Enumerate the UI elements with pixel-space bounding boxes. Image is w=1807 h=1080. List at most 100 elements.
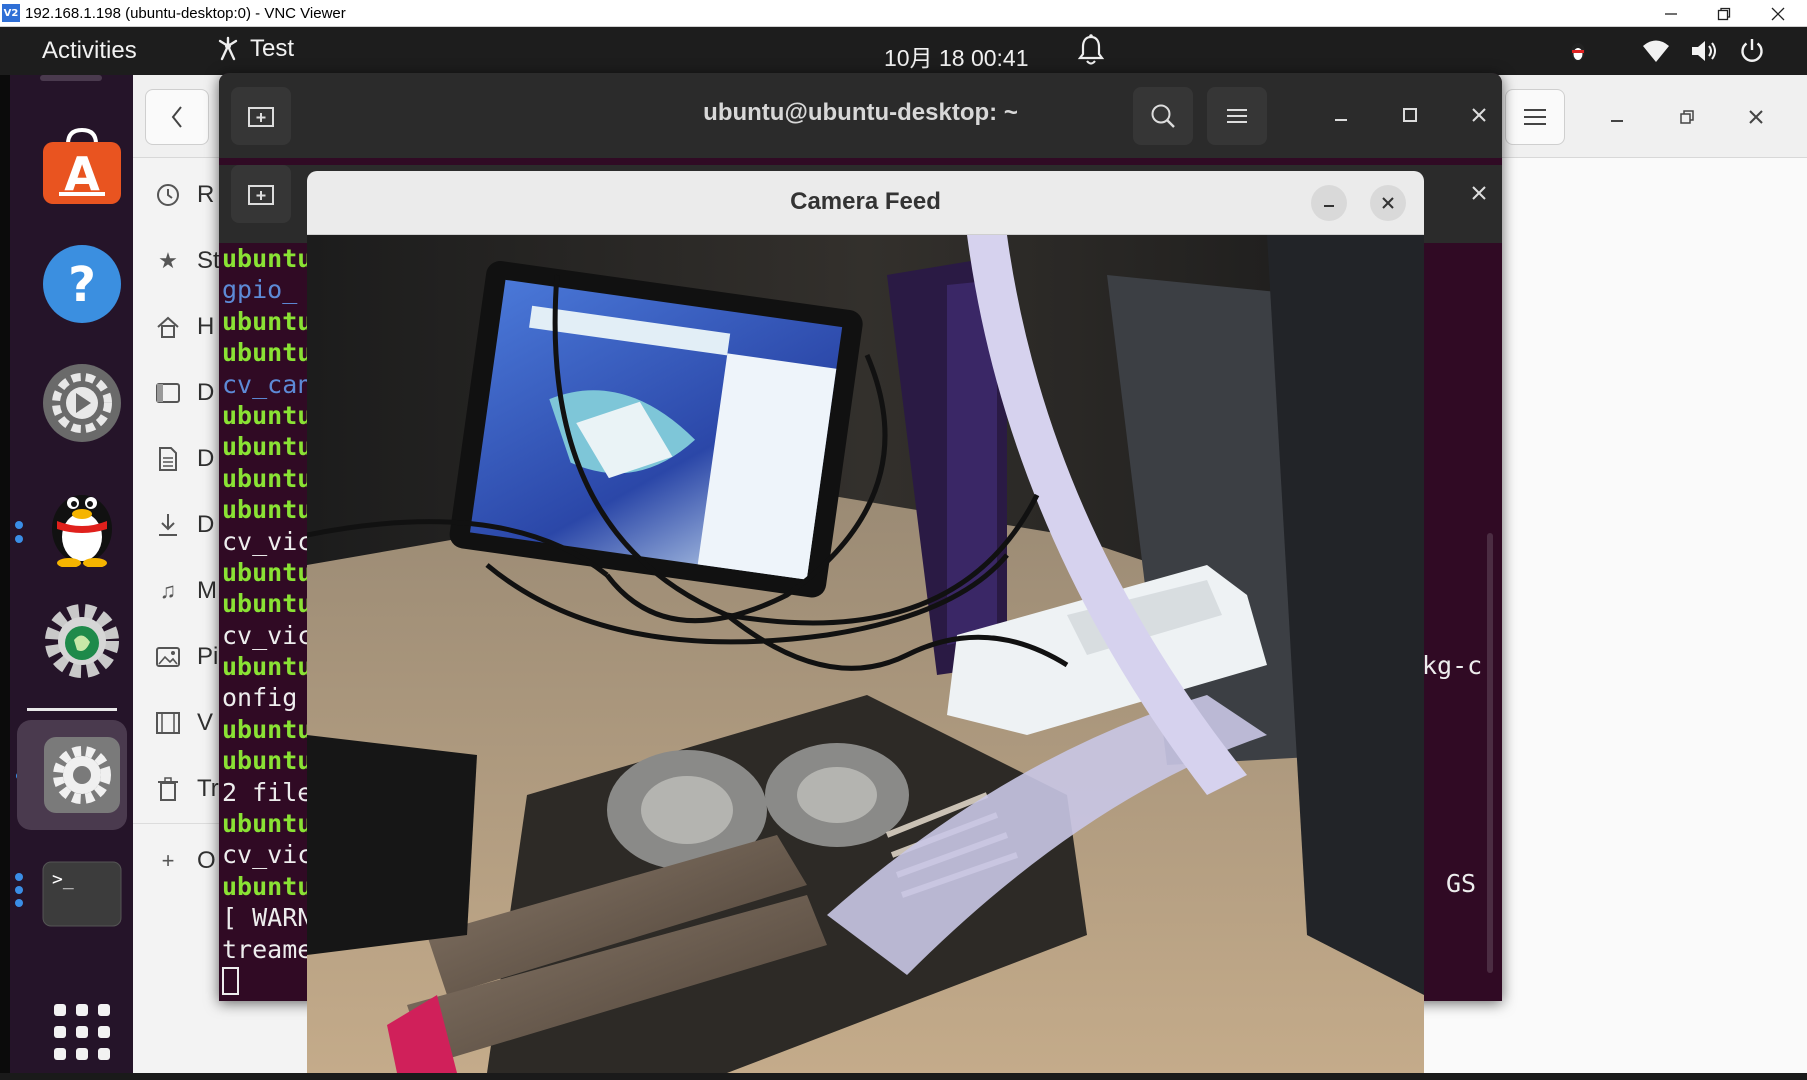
files-close-button[interactable] — [1736, 97, 1776, 137]
notification-bell-icon[interactable] — [1076, 33, 1106, 67]
terminal-menu-button[interactable] — [1207, 87, 1267, 145]
help-icon: ? — [43, 245, 121, 323]
running-indicator — [15, 521, 23, 529]
dock-gear-app[interactable] — [30, 589, 134, 693]
vnc-minimize-button[interactable] — [1645, 0, 1697, 27]
sidebar-item-label: St — [197, 247, 220, 274]
sidebar-item-home[interactable]: H — [155, 307, 214, 347]
camera-feed-window: Camera Feed — [307, 171, 1424, 1073]
restore-icon — [1680, 110, 1694, 124]
maximize-icon — [1403, 108, 1417, 122]
sidebar-item-starred[interactable]: ★ St — [155, 241, 220, 281]
dock-show-apps[interactable] — [30, 980, 134, 1080]
terminal-minimize-button[interactable] — [1321, 95, 1361, 135]
camera-minimize-button[interactable] — [1311, 185, 1347, 221]
dock-settings-app[interactable] — [30, 351, 134, 455]
new-tab-button-2[interactable] — [231, 165, 291, 223]
close-icon — [1472, 186, 1486, 200]
desktop-bottom-edge — [0, 1073, 1807, 1080]
downloads-icon — [155, 512, 181, 538]
terminal-text-fragment: kg-c — [1422, 651, 1483, 680]
sidebar-item-trash[interactable]: Tr — [155, 769, 219, 809]
close-icon — [1771, 7, 1785, 20]
sidebar-item-label: H — [197, 313, 215, 340]
terminal-scrollbar[interactable] — [1487, 533, 1493, 973]
vnc-titlebar: V2 192.168.1.198 (ubuntu-desktop:0) - VN… — [0, 0, 1807, 27]
vnc-restore-button[interactable] — [1698, 0, 1750, 27]
running-indicator — [15, 886, 23, 894]
vnc-logo-icon: V2 — [2, 4, 20, 22]
terminal-icon: >_ — [42, 861, 122, 927]
home-icon — [155, 314, 181, 340]
plus-icon: + — [161, 848, 175, 873]
star-icon: ★ — [158, 248, 178, 273]
sidebar-item-label: D — [197, 445, 215, 472]
dock-qq[interactable] — [30, 470, 134, 574]
ubuntu-software-icon: A — [43, 127, 121, 204]
terminal-title: ubuntu@ubuntu-desktop: ~ — [703, 99, 1018, 126]
search-icon — [1151, 104, 1175, 128]
sidebar-item-music[interactable]: ♫ M — [155, 571, 217, 611]
close-icon — [1472, 108, 1486, 122]
system-settings-icon — [44, 737, 120, 813]
files-menu-button[interactable] — [1505, 89, 1565, 145]
sidebar-item-label: Tr — [197, 775, 219, 802]
app-menu-button[interactable]: Test — [214, 35, 294, 63]
running-indicator — [15, 873, 23, 881]
files-back-button[interactable] — [145, 89, 209, 145]
sidebar-item-label: Pi — [197, 643, 219, 670]
terminal-cursor — [222, 967, 239, 995]
restore-icon — [1717, 7, 1731, 20]
clock[interactable]: 10月 18 00:41 — [884, 39, 1029, 73]
files-minimize-button[interactable] — [1597, 97, 1637, 137]
vnc-close-button[interactable] — [1752, 0, 1804, 27]
sidebar-item-label: R — [197, 181, 215, 208]
power-icon[interactable] — [1732, 33, 1772, 69]
dock-separator — [27, 708, 117, 711]
chevron-left-icon — [171, 106, 182, 128]
svg-text:>_: >_ — [52, 869, 74, 890]
sidebar-item-label: D — [197, 379, 215, 406]
sidebar-item-label: O — [197, 847, 216, 874]
camera-close-button[interactable] — [1370, 185, 1406, 221]
terminal-close-button[interactable] — [1459, 95, 1499, 135]
sidebar-item-label: D — [197, 511, 215, 538]
gnome-top-bar: Activities Test 10月 18 00:41 — [0, 27, 1807, 75]
camera-feed-title: Camera Feed — [790, 188, 941, 215]
settings-app-icon — [43, 364, 121, 442]
volume-icon[interactable] — [1684, 33, 1724, 69]
close-icon — [1382, 197, 1394, 209]
terminal-maximize-button[interactable] — [1390, 95, 1430, 135]
app-indicator-icon[interactable] — [1560, 33, 1596, 69]
trash-icon — [155, 776, 181, 802]
sidebar-item-desktop[interactable]: D — [155, 373, 214, 413]
sidebar-item-recent[interactable]: R — [155, 175, 214, 215]
close-icon — [1749, 110, 1763, 124]
activities-button[interactable]: Activities — [42, 37, 137, 65]
music-icon: ♫ — [159, 578, 177, 603]
dock-terminal[interactable]: >_ — [30, 842, 134, 946]
terminal-headerbar: ubuntu@ubuntu-desktop: ~ — [219, 73, 1502, 158]
camera-feed-image — [307, 235, 1424, 1073]
minimize-icon — [1324, 205, 1334, 207]
terminal-search-button[interactable] — [1133, 87, 1193, 145]
minimize-icon — [1335, 119, 1347, 121]
sidebar-item-label: V — [197, 709, 214, 736]
sidebar-item-downloads[interactable]: D — [155, 505, 214, 545]
camera-feed-titlebar: Camera Feed — [307, 171, 1424, 235]
sidebar-item-videos[interactable]: V — [155, 703, 213, 743]
dock-system-settings[interactable] — [30, 723, 134, 827]
show-apps-grid-icon — [54, 1004, 110, 1060]
dock-ubuntu-software[interactable]: A — [30, 113, 134, 217]
recent-icon — [155, 182, 181, 208]
minimize-icon — [1611, 120, 1623, 122]
sidebar-item-documents[interactable]: D — [155, 439, 214, 479]
terminal-close-button-2[interactable] — [1459, 173, 1499, 213]
dock-help[interactable]: ? — [30, 232, 134, 336]
wifi-icon[interactable] — [1636, 33, 1676, 69]
sidebar-item-pictures[interactable]: Pi — [155, 637, 218, 677]
documents-icon — [155, 446, 181, 472]
files-restore-button[interactable] — [1667, 97, 1707, 137]
running-indicator — [15, 535, 23, 543]
sidebar-item-other-locations[interactable]: + O — [155, 841, 216, 881]
